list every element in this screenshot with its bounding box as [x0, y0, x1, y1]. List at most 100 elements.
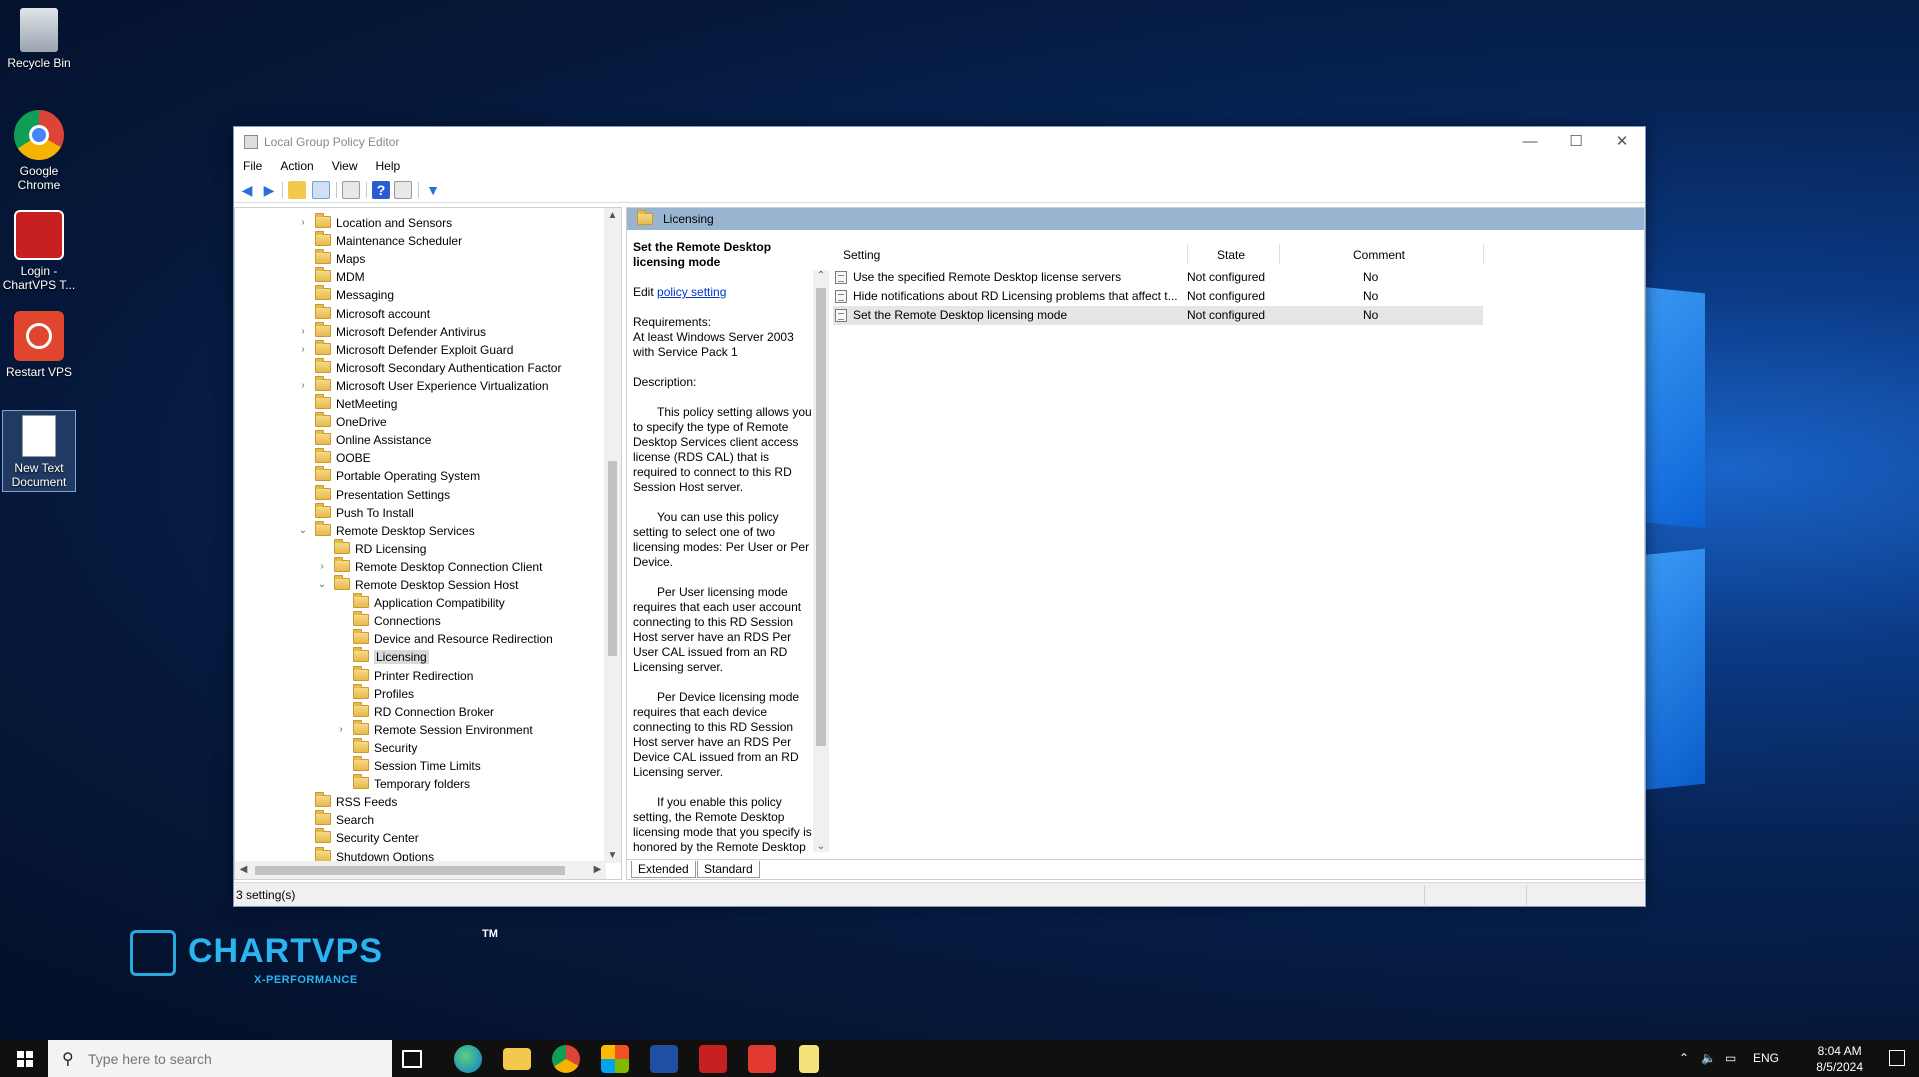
scroll-down-icon[interactable]: ▼	[604, 850, 621, 861]
tree-item[interactable]: OOBE	[315, 448, 371, 467]
tree-item[interactable]: Microsoft Secondary Authentication Facto…	[315, 357, 561, 377]
tree-item[interactable]: OneDrive	[315, 412, 387, 431]
tab-standard[interactable]: Standard	[697, 861, 760, 878]
scroll-up-icon[interactable]: ▲	[604, 210, 621, 221]
chartvps-icon[interactable]	[699, 1045, 727, 1073]
scrollbar-thumb[interactable]	[816, 288, 826, 746]
chevron-up-icon[interactable]: ⌃	[1679, 1051, 1689, 1065]
tree-item[interactable]: ⌄ Remote Desktop Services	[299, 520, 475, 540]
taskbar-search-box[interactable]: ⚲	[48, 1040, 392, 1077]
tree-item[interactable]: Presentation Settings	[315, 484, 450, 504]
tree-item[interactable]: RSS Feeds	[315, 792, 397, 811]
column-header-setting[interactable]: Setting	[843, 244, 880, 266]
up-folder-icon[interactable]	[288, 181, 306, 199]
tree-item[interactable]: Session Time Limits	[353, 756, 481, 775]
column-separator[interactable]	[1483, 244, 1484, 264]
setting-row[interactable]: Hide notifications about RD Licensing pr…	[833, 287, 1483, 306]
properties-icon[interactable]	[394, 181, 412, 199]
menu-view[interactable]: View	[323, 157, 367, 173]
tree-item[interactable]: Application Compatibility	[353, 593, 505, 612]
tree-item[interactable]: Microsoft account	[315, 303, 430, 323]
notepad-icon[interactable]	[799, 1045, 819, 1073]
setting-row-selected[interactable]: Set the Remote Desktop licensing mode No…	[833, 306, 1483, 325]
tree-item[interactable]: Maintenance Scheduler	[315, 231, 462, 250]
windows-store-icon[interactable]	[601, 1045, 629, 1073]
forward-arrow-icon[interactable]: ▶	[260, 181, 278, 199]
language-indicator[interactable]: ENG	[1753, 1051, 1779, 1065]
tree-item[interactable]: › Microsoft Defender Exploit Guard	[301, 339, 513, 359]
scrollbar-thumb[interactable]	[608, 461, 617, 656]
tree-item[interactable]: › Location and Sensors	[301, 213, 452, 232]
tree-item[interactable]: Security Center	[315, 828, 419, 847]
title-bar[interactable]: Local Group Policy Editor — ☐ ✕	[234, 127, 1645, 157]
menu-action[interactable]: Action	[271, 157, 322, 173]
file-explorer-icon[interactable]	[503, 1048, 531, 1070]
task-view-icon[interactable]	[402, 1050, 422, 1068]
policy-setting-link[interactable]: policy setting	[657, 285, 726, 299]
filter-icon[interactable]: ▼	[424, 181, 442, 199]
maximize-button[interactable]: ☐	[1553, 127, 1599, 157]
tree-item[interactable]: Push To Install	[315, 502, 414, 522]
tree-item[interactable]: Device and Resource Redirection	[353, 629, 553, 648]
scroll-up-icon[interactable]: ⌃	[813, 270, 829, 281]
export-list-icon[interactable]	[342, 181, 360, 199]
chevron-right-icon[interactable]: ›	[335, 721, 347, 739]
tree-item[interactable]: › Microsoft User Experience Virtualizatio…	[301, 375, 549, 395]
close-button[interactable]: ✕	[1599, 127, 1645, 157]
tree-item[interactable]: Connections	[353, 611, 441, 630]
column-header-comment[interactable]: Comment	[1353, 244, 1405, 266]
tree-item[interactable]: Portable Operating System	[315, 466, 480, 485]
volume-icon[interactable]: 🔈	[1701, 1051, 1716, 1065]
column-separator[interactable]	[1187, 244, 1188, 264]
tree-item[interactable]: Licensing	[353, 647, 429, 666]
chevron-right-icon[interactable]: ›	[297, 341, 309, 359]
edge-icon[interactable]	[454, 1045, 482, 1073]
tree-item[interactable]: RD Connection Broker	[353, 701, 494, 721]
chevron-down-icon[interactable]: ⌄	[316, 576, 328, 594]
notifications-icon[interactable]	[1889, 1050, 1905, 1066]
show-hide-tree-icon[interactable]	[312, 181, 330, 199]
minimize-button[interactable]: —	[1507, 127, 1553, 157]
tree-item[interactable]: Messaging	[315, 285, 394, 304]
tree-item[interactable]: Security	[353, 737, 417, 757]
taskbar-clock[interactable]: 8:04 AM 8/5/2024	[1816, 1043, 1863, 1075]
tree-item[interactable]: › Remote Session Environment	[339, 719, 533, 739]
start-button[interactable]	[0, 1040, 48, 1077]
description-scrollbar[interactable]: ⌃ ⌄	[813, 270, 829, 852]
tree-item[interactable]: Printer Redirection	[353, 665, 473, 685]
tree-item[interactable]: Online Assistance	[315, 430, 431, 449]
back-arrow-icon[interactable]: ◀	[238, 181, 256, 199]
tree-item[interactable]: › Microsoft Defender Antivirus	[301, 321, 486, 341]
chevron-right-icon[interactable]: ›	[297, 377, 309, 395]
tree-item[interactable]: MDM	[315, 267, 365, 286]
search-input[interactable]	[88, 1049, 378, 1069]
column-separator[interactable]	[1279, 244, 1280, 264]
tree-item[interactable]: Profiles	[353, 683, 414, 703]
tree-item[interactable]: › Remote Desktop Connection Client	[320, 556, 542, 576]
scroll-right-icon[interactable]: ▶	[589, 864, 606, 875]
tree-vertical-scrollbar[interactable]: ▲ ▼	[604, 208, 621, 863]
tree-item[interactable]: RD Licensing	[334, 538, 426, 558]
desktop-icon-restart-vps[interactable]: Restart VPS	[2, 307, 76, 379]
chrome-icon[interactable]	[552, 1045, 580, 1073]
tree-item[interactable]: Temporary folders	[353, 774, 470, 793]
column-header-state[interactable]: State	[1217, 244, 1245, 266]
chevron-down-icon[interactable]: ⌄	[297, 522, 309, 540]
tree-horizontal-scrollbar[interactable]: ◀ ▶	[235, 861, 606, 879]
chevron-right-icon[interactable]: ›	[297, 214, 309, 232]
tree-item[interactable]: NetMeeting	[315, 394, 397, 413]
chevron-right-icon[interactable]: ›	[297, 323, 309, 341]
desktop-icon-google-chrome[interactable]: Google Chrome	[2, 106, 76, 192]
scroll-down-icon[interactable]: ⌄	[813, 841, 829, 852]
scroll-left-icon[interactable]: ◀	[235, 864, 252, 875]
menu-file[interactable]: File	[234, 157, 271, 173]
tree-item[interactable]: Search	[315, 810, 374, 829]
desktop-icon-chartvps-login[interactable]: Login - ChartVPS T...	[2, 206, 76, 292]
network-icon[interactable]: ▭	[1725, 1051, 1736, 1065]
tree-item[interactable]: ⌄ Remote Desktop Session Host	[318, 575, 518, 594]
desktop-icon-new-text-document[interactable]: New Text Document	[2, 410, 76, 492]
chevron-right-icon[interactable]: ›	[316, 558, 328, 576]
anydesk-icon[interactable]	[748, 1045, 776, 1073]
desktop-icon-recycle-bin[interactable]: Recycle Bin	[2, 4, 76, 70]
tree-item[interactable]: Maps	[315, 249, 365, 268]
